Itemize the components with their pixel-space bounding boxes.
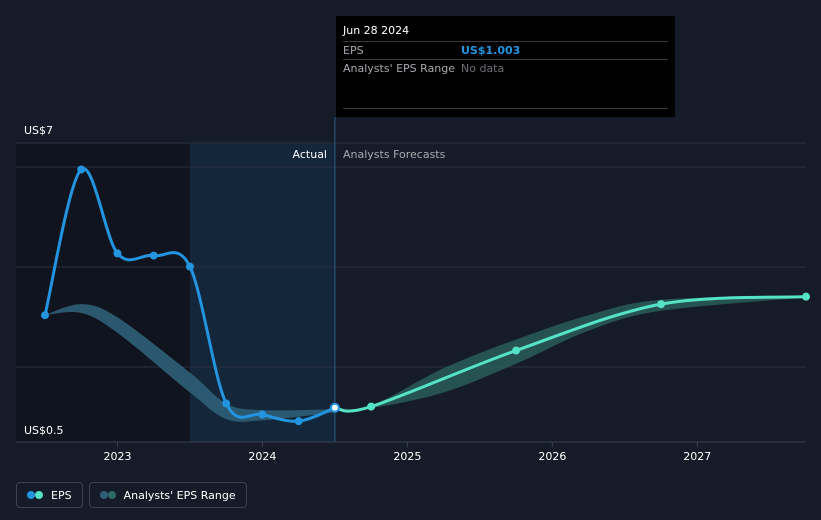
forecast-range-band bbox=[334, 295, 806, 410]
eps-forecast-point bbox=[802, 292, 810, 301]
x-tick-label: 2026 bbox=[538, 450, 566, 463]
eps-legend-icon bbox=[27, 491, 43, 499]
legend-eps[interactable]: EPS bbox=[16, 482, 83, 508]
legend-eps-label: EPS bbox=[51, 488, 72, 502]
eps-actual-point bbox=[294, 417, 303, 426]
tooltip-eps-value: US$1.003 bbox=[461, 44, 521, 57]
pre-forecast-shading bbox=[16, 143, 190, 442]
hover-tooltip: Jun 28 2024 EPS US$1.003 Analysts' EPS R… bbox=[336, 16, 675, 117]
eps-forecast-point bbox=[657, 300, 666, 309]
eps-actual-point bbox=[77, 165, 86, 174]
legend-analysts-range[interactable]: Analysts' EPS Range bbox=[88, 482, 247, 508]
eps-actual-point bbox=[113, 249, 122, 258]
forecast-region-label: Analysts Forecasts bbox=[343, 148, 446, 161]
y-axis-top-label: US$7 bbox=[24, 124, 53, 137]
tooltip-divider bbox=[343, 108, 668, 109]
x-tick-label: 2024 bbox=[248, 450, 276, 463]
tooltip-row-eps: EPS US$1.003 bbox=[343, 42, 668, 60]
eps-actual-point bbox=[258, 410, 267, 419]
tooltip-eps-label: EPS bbox=[343, 44, 364, 57]
chart-legend: EPS Analysts' EPS Range bbox=[16, 482, 247, 508]
x-tick-label: 2027 bbox=[683, 450, 711, 463]
x-tick-label: 2025 bbox=[393, 450, 421, 463]
tooltip-range-value: No data bbox=[461, 62, 505, 75]
tooltip-date: Jun 28 2024 bbox=[343, 16, 668, 42]
y-axis-bottom-label: US$0.5 bbox=[24, 424, 64, 437]
eps-forecast-point bbox=[367, 402, 376, 411]
eps-actual-point bbox=[40, 311, 49, 320]
range-legend-icon bbox=[99, 491, 116, 499]
tooltip-row-range: Analysts' EPS Range No data bbox=[343, 60, 668, 77]
eps-actual-point bbox=[222, 399, 231, 408]
x-axis-ticks: 2023 2024 2025 2026 2027 bbox=[103, 442, 711, 463]
eps-forecast-line bbox=[334, 295, 807, 413]
actual-region-label: Actual bbox=[293, 148, 327, 161]
eps-actual-point bbox=[185, 262, 194, 271]
eps-actual-point bbox=[149, 251, 158, 260]
legend-range-label: Analysts' EPS Range bbox=[123, 488, 236, 502]
x-tick-label: 2023 bbox=[103, 450, 131, 463]
tooltip-range-label: Analysts' EPS Range bbox=[343, 62, 456, 75]
eps-current-point[interactable] bbox=[329, 402, 340, 413]
eps-forecast-point bbox=[512, 346, 521, 355]
